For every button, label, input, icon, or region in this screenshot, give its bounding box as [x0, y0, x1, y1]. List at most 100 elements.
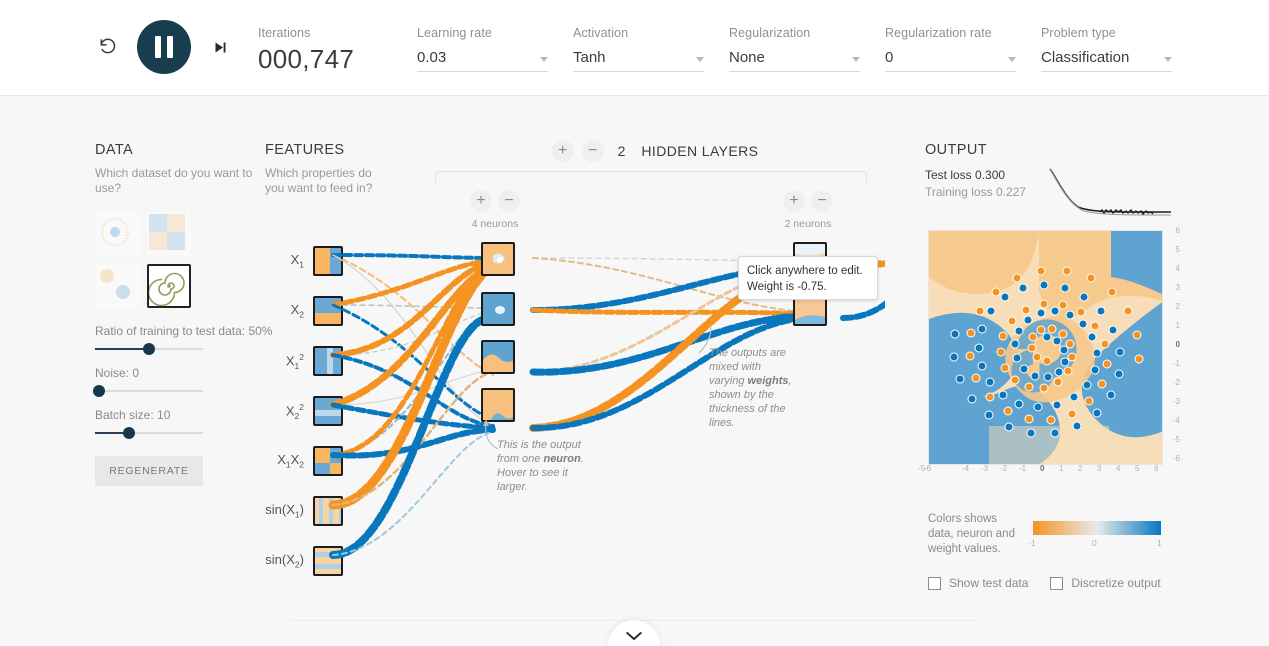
problem-type-select[interactable]: Classification: [1041, 49, 1172, 72]
layer2-add-neuron-button[interactable]: +: [783, 190, 805, 212]
play-pause-button[interactable]: [137, 20, 191, 74]
dataset-circle[interactable]: [95, 212, 139, 256]
y-tick-2: 2: [1175, 302, 1180, 311]
feature-node-x1x2[interactable]: [313, 446, 343, 476]
noise-slider-track[interactable]: [93, 385, 203, 397]
legend-tick-1: 1: [1157, 538, 1162, 548]
x-tick-neg3: -3: [981, 464, 989, 473]
data-heading: DATA: [95, 142, 134, 158]
feature-row-sinx1: sin(X1): [265, 486, 343, 536]
y-tick-1: 1: [1175, 321, 1180, 330]
feature-node-sin-x1[interactable]: [313, 496, 343, 526]
reset-icon[interactable]: [95, 34, 121, 60]
problem-type-field: Problem type Classification: [1041, 26, 1172, 72]
feature-row-x2: X2: [265, 286, 343, 336]
feature-row-x1: X1: [265, 236, 343, 286]
chevron-down-icon: [540, 57, 548, 62]
feature-label-x1: X1: [290, 252, 304, 270]
regularization-field: Regularization None: [729, 26, 860, 72]
regularization-rate-select[interactable]: 0: [885, 49, 1016, 72]
color-legend-bar: [1033, 521, 1161, 535]
output-heading: OUTPUT: [925, 142, 988, 158]
layer1-remove-neuron-button[interactable]: −: [498, 190, 520, 212]
discretize-output-label: Discretize output: [1071, 576, 1161, 590]
dataset-exclusive-or[interactable]: [147, 212, 191, 256]
problem-type-value: Classification: [1041, 49, 1130, 66]
noise-slider-block: Noise: 0: [93, 366, 280, 397]
feature-row-x1x2: X1X2: [265, 436, 343, 486]
x-tick-neg1: -1: [1019, 464, 1027, 473]
feature-node-list: X1 X2 X12 X22 X1X2 sin(X1) sin(X2): [265, 236, 343, 586]
callout-weights-bold: weights: [747, 375, 789, 387]
features-subtitle: Which properties do you want to feed in?: [265, 166, 373, 195]
y-tick-neg2: -2: [1172, 378, 1180, 387]
output-checkboxes: Show test data Discretize output: [928, 576, 1161, 590]
playback-controls: [95, 20, 233, 74]
x-tick-neg2: -2: [1000, 464, 1008, 473]
callout-neuron: This is the output from one neuron. Hove…: [497, 438, 589, 494]
chevron-down-icon: [626, 632, 642, 640]
ratio-slider-block: Ratio of training to test data: 50%: [95, 324, 280, 355]
show-test-data-group[interactable]: Show test data: [928, 576, 1028, 590]
y-tick-3: 3: [1175, 283, 1180, 292]
ratio-slider-track[interactable]: [95, 343, 203, 355]
tensorflow-playground: Iterations 000,747 Learning rate 0.03 Ac…: [0, 0, 1269, 646]
legend-description: Colors shows data, neuron and weight val…: [928, 513, 1015, 555]
feature-node-sin-x2[interactable]: [313, 546, 343, 576]
regularization-rate-label: Regularization rate: [885, 26, 992, 40]
step-forward-icon[interactable]: [207, 34, 233, 60]
layer2-remove-neuron-button[interactable]: −: [811, 190, 833, 212]
hidden-node-1-2[interactable]: [481, 292, 515, 326]
discretize-output-group[interactable]: Discretize output: [1050, 576, 1161, 590]
feature-row-x1sq: X12: [265, 336, 343, 386]
ratio-slider-knob[interactable]: [143, 343, 155, 355]
noise-label-text: Noise:: [95, 366, 130, 380]
regenerate-button[interactable]: REGENERATE: [95, 456, 203, 486]
regularization-label: Regularization: [729, 26, 811, 40]
hidden-layers-label: HIDDEN LAYERS: [641, 143, 759, 159]
feature-node-x1-squared[interactable]: [313, 346, 343, 376]
layers-bracket: [435, 171, 867, 183]
batch-label-text: Batch size:: [95, 408, 154, 422]
y-tick-neg6: -6: [1172, 454, 1180, 463]
output-heatmap[interactable]: [928, 230, 1163, 465]
loss-curve-chart: [1049, 168, 1172, 216]
expand-article-button[interactable]: [608, 620, 660, 646]
regularization-select[interactable]: None: [729, 49, 860, 72]
network-header: + − 2 HIDDEN LAYERS: [430, 140, 880, 162]
dataset-gaussian[interactable]: [95, 264, 139, 308]
add-layer-button[interactable]: +: [551, 140, 574, 162]
weight-tooltip: Click anywhere to edit. Weight is -0.75.: [738, 256, 878, 300]
batch-size-slider-knob[interactable]: [123, 427, 135, 439]
regularization-rate-value: 0: [885, 49, 894, 66]
remove-layer-button[interactable]: −: [581, 140, 604, 162]
dataset-thumbnails: [95, 212, 280, 308]
heatmap-y-axis: 6 5 4 3 2 1 0 -1 -2 -3 -4 -5 -6: [1164, 224, 1180, 470]
chevron-down-icon: [696, 57, 704, 62]
hidden-node-1-1[interactable]: [481, 242, 515, 276]
x-tick-neg4: -4: [962, 464, 970, 473]
discretize-output-checkbox[interactable]: [1050, 576, 1064, 590]
data-panel: DATA Which dataset do you want to use? R…: [93, 142, 280, 486]
dataset-spiral[interactable]: [147, 264, 191, 308]
legend-tick-neg1: -1: [1028, 538, 1036, 548]
feature-node-x1[interactable]: [313, 246, 343, 276]
y-tick-neg1: -1: [1172, 359, 1180, 368]
ratio-slider-label: Ratio of training to test data: 50%: [95, 324, 280, 339]
features-panel: FEATURES Which properties do you want to…: [265, 142, 385, 196]
test-loss-label: Test loss: [925, 168, 972, 182]
learning-rate-field: Learning rate 0.03: [417, 26, 548, 72]
feature-node-x2[interactable]: [313, 296, 343, 326]
layer1-add-neuron-button[interactable]: +: [470, 190, 492, 212]
learning-rate-select[interactable]: 0.03: [417, 49, 548, 72]
feature-label-x1-squared: X12: [285, 351, 304, 371]
hidden-node-1-3[interactable]: [481, 340, 515, 374]
noise-slider-knob[interactable]: [93, 385, 105, 397]
activation-select[interactable]: Tanh: [573, 49, 704, 72]
batch-size-slider-label: Batch size: 10: [95, 408, 280, 423]
y-tick-6: 6: [1175, 226, 1180, 235]
feature-node-x2-squared[interactable]: [313, 396, 343, 426]
show-test-data-checkbox[interactable]: [928, 576, 941, 590]
hidden-layer-controls: + − 2 HIDDEN LAYERS: [551, 140, 759, 162]
batch-size-slider-track[interactable]: [95, 427, 203, 439]
